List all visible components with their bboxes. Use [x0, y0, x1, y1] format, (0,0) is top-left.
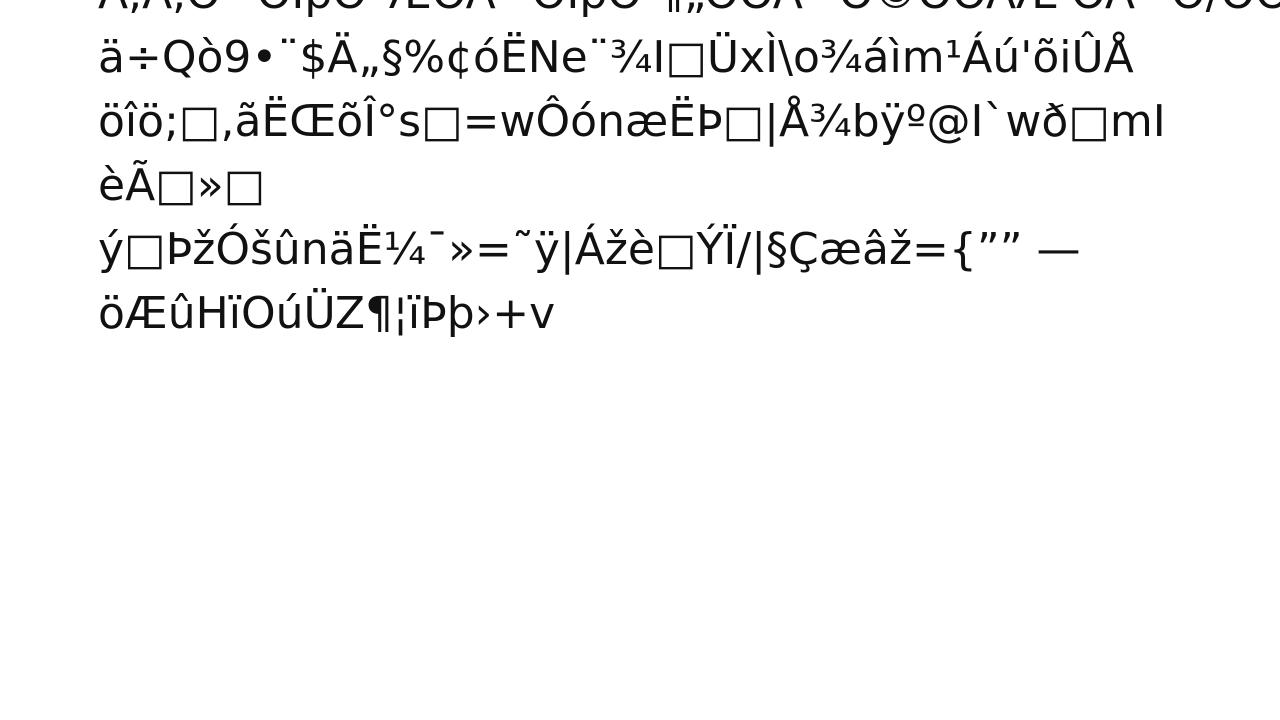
text-line-2: ä÷Qò9•¨$Ä„§%¢óËNe¨¾I□ÜxÌ\o¾áìm¹Áú'õiÛÅ	[98, 32, 1134, 83]
text-line-4: èÃ□»□	[98, 160, 266, 211]
document-page: Ä,Ä,Ö ¯ÔÌpÔ¨ÆÖÄ ¯ÔÌpÔ ¶„ÔÖÄ ¯Ô©ÔÖÄÆ'ÖÄ ¯…	[0, 0, 1280, 720]
text-line-3: öîö;□,ãËŒõÎ°s□=wÔónæËÞ□|Å¾bÿº@I`wð□mI	[98, 96, 1166, 147]
text-line-6: öÆûHïOúÜZ¶¦ïÞþ›+v	[98, 288, 556, 339]
document-text-block: Ä,Ä,Ö ¯ÔÌpÔ¨ÆÖÄ ¯ÔÌpÔ ¶„ÔÖÄ ¯Ô©ÔÖÄÆ'ÖÄ ¯…	[98, 0, 1280, 346]
text-line-5: ý□ÞžÓšûnäË¼¯»=˜ÿ|Ážè□ÝÏ/|§Çæâž={”” —	[98, 224, 1081, 275]
text-line-1: Ä,Ä,Ö ¯ÔÌpÔ¨ÆÖÄ ¯ÔÌpÔ ¶„ÔÖÄ ¯Ô©ÔÖÄÆ'ÖÄ ¯…	[98, 0, 1280, 26]
